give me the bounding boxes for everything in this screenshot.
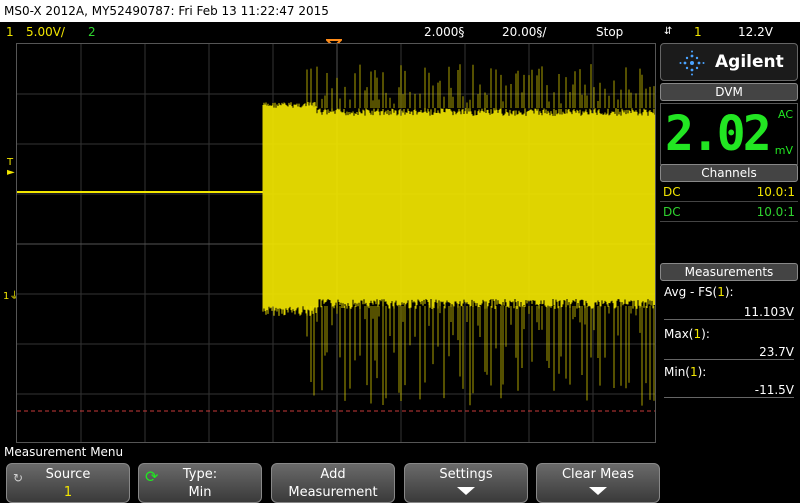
status-bar: 1 5.00V/ 2 2.000§ 20.00§/ Stop ⇵ 1 12.2V	[0, 22, 800, 42]
measurement-value-avg: 11.103V	[664, 305, 794, 320]
window-title: MS0-X 2012A, MY52490787: Fri Feb 13 11:2…	[0, 0, 800, 22]
measurement-label-avg: Avg - FS(1):	[664, 285, 734, 299]
clear-meas-softkey-label: Clear Meas	[561, 467, 635, 482]
source-softkey-label: Source	[45, 467, 91, 482]
dvm-display: 2.02 AC mV	[660, 103, 798, 165]
settings-softkey[interactable]: Settings	[404, 463, 528, 503]
waveform-display[interactable]	[16, 43, 656, 443]
right-info-panel: Agilent DVM 2.02 AC mV Channels DC 10.0:…	[660, 43, 800, 443]
type-softkey-value: Min	[188, 485, 212, 500]
ch1-scale[interactable]: 5.00V/	[26, 22, 65, 42]
channel-row-1[interactable]: DC 10.0:1	[660, 182, 798, 202]
channel-row-2[interactable]: DC 10.0:1	[660, 202, 798, 222]
submenu-arrow-icon	[589, 487, 607, 495]
type-softkey[interactable]: ⟳ Type: Min	[138, 463, 262, 503]
brand-logo: Agilent	[660, 43, 798, 81]
measurement-value-min: -11.5V	[664, 383, 794, 398]
ch1-number[interactable]: 1	[6, 22, 14, 42]
dvm-unit: mV	[774, 144, 793, 157]
softkey-bar: ↻ Source 1 ⟳ Type: Min Add Measurement S…	[0, 460, 800, 503]
run-state[interactable]: Stop	[596, 22, 623, 42]
timebase-value[interactable]: 2.000§	[424, 22, 464, 42]
knob-icon: ↻	[13, 471, 24, 485]
channels-header: Channels	[660, 164, 798, 182]
trigger-level[interactable]: 12.2V	[738, 22, 773, 42]
agilent-spark-icon	[679, 50, 705, 76]
ch1-coupling: DC	[663, 185, 681, 199]
waveform-svg	[17, 44, 655, 442]
trigger-level-marker[interactable]: T ►	[7, 158, 15, 178]
brand-name: Agilent	[715, 52, 784, 72]
measurement-value-max: 23.7V	[664, 345, 794, 360]
add-measurement-line1: Add	[320, 467, 346, 482]
ch2-coupling: DC	[663, 205, 681, 219]
ch2-probe: 10.0:1	[756, 205, 795, 219]
submenu-arrow-icon	[457, 487, 475, 495]
source-softkey[interactable]: ↻ Source 1	[6, 463, 130, 503]
entry-knob-icon: ⟳	[145, 467, 159, 486]
trigger-edge-icon[interactable]: ⇵	[664, 22, 672, 42]
dvm-header: DVM	[660, 83, 798, 101]
trigger-source[interactable]: 1	[694, 22, 702, 42]
ch1-probe: 10.0:1	[756, 185, 795, 199]
clear-meas-softkey[interactable]: Clear Meas	[536, 463, 660, 503]
source-softkey-value: 1	[63, 485, 73, 500]
add-measurement-softkey[interactable]: Add Measurement	[271, 463, 395, 503]
ch1-trace-band	[262, 64, 655, 406]
dvm-value: 2.02	[665, 106, 772, 162]
delay-value[interactable]: 20.00§/	[502, 22, 546, 42]
settings-softkey-label: Settings	[439, 467, 493, 482]
menu-title: Measurement Menu	[0, 444, 800, 460]
ch2-number[interactable]: 2	[88, 22, 96, 42]
measurement-label-min: Min(1):	[664, 365, 707, 379]
measurement-label-max: Max(1):	[664, 327, 710, 341]
dvm-mode: AC	[777, 108, 793, 121]
add-measurement-line2: Measurement	[288, 485, 378, 500]
ch1-ground-marker-label: 1	[3, 291, 10, 302]
trigger-level-marker-label: T	[7, 157, 14, 168]
measurements-header: Measurements	[660, 263, 798, 281]
measurements-list: Avg - FS(1): 11.103V Max(1): 23.7V Min(1…	[660, 281, 798, 443]
